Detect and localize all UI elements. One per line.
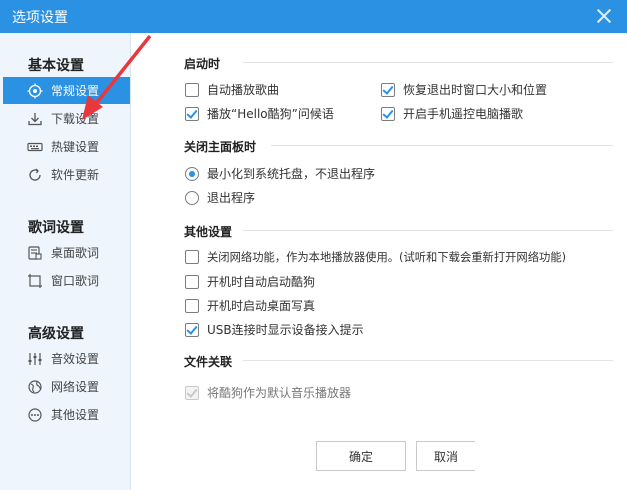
option-exit-program[interactable]: 退出程序: [185, 189, 255, 206]
settings-panel: 启动时 自动播放歌曲 恢复退出时窗口大小和位置 播放“Hello酷狗”问候语 开…: [131, 33, 627, 490]
download-icon: [27, 111, 43, 127]
sidebar-item-label: 窗口歌词: [51, 274, 100, 288]
ok-button[interactable]: 确定: [316, 441, 406, 471]
target-icon: [27, 83, 43, 99]
option-minimize-to-tray[interactable]: 最小化到系统托盘，不退出程序: [185, 165, 375, 182]
radio-button[interactable]: [185, 190, 199, 205]
sidebar-item-label: 软件更新: [51, 168, 100, 182]
option-disable-network[interactable]: 关闭网络功能，作为本地播放器使用。(试听和下载会重新打开网络功能): [185, 249, 566, 265]
section-title-file: 文件关联: [184, 355, 233, 369]
section-title-startup: 启动时: [184, 57, 221, 71]
checkbox[interactable]: [185, 82, 199, 97]
sidebar: 基本设置 常规设置 下载设置 热键设置 软件更新 歌词设置 桌面歌词 窗口歌词 …: [0, 33, 131, 490]
section-divider: [243, 360, 613, 361]
section-divider: [243, 62, 613, 63]
sidebar-item-hotkey[interactable]: 热键设置: [3, 133, 130, 160]
option-usb-prompt[interactable]: USB连接时显示设备接入提示: [185, 321, 364, 338]
radio-button[interactable]: [185, 166, 199, 181]
sidebar-group-basic: 基本设置: [28, 58, 84, 74]
sidebar-item-label: 网络设置: [51, 380, 100, 394]
title-bar[interactable]: 选项设置: [0, 0, 627, 33]
sidebar-item-other[interactable]: 其他设置: [3, 401, 130, 428]
checkbox[interactable]: [185, 322, 199, 337]
section-divider: [271, 145, 613, 146]
refresh-icon: [27, 167, 43, 183]
sidebar-group-advanced: 高级设置: [28, 326, 84, 342]
sidebar-item-label: 其他设置: [51, 408, 100, 422]
checkbox[interactable]: [185, 274, 199, 289]
keyboard-icon: [27, 139, 43, 155]
option-restore-window[interactable]: 恢复退出时窗口大小和位置: [381, 81, 547, 98]
option-autoplay[interactable]: 自动播放歌曲: [185, 81, 279, 98]
sidebar-item-general[interactable]: 常规设置: [3, 77, 130, 104]
checkbox[interactable]: [185, 385, 199, 400]
sidebar-item-label: 下载设置: [51, 112, 100, 126]
checkbox[interactable]: [381, 106, 395, 121]
option-phone-remote[interactable]: 开启手机遥控电脑播歌: [381, 105, 523, 122]
sidebar-item-sound[interactable]: 音效设置: [3, 345, 130, 372]
sidebar-item-network[interactable]: 网络设置: [3, 373, 130, 400]
equalizer-icon: [27, 351, 43, 367]
option-autostart[interactable]: 开机时自动启动酷狗: [185, 273, 315, 290]
sidebar-item-label: 音效设置: [51, 352, 100, 366]
globe-icon: [27, 379, 43, 395]
sidebar-item-desktop-lyrics[interactable]: 桌面歌词: [3, 239, 130, 266]
sidebar-item-label: 常规设置: [51, 84, 100, 98]
desktop-lyrics-icon: [27, 245, 43, 261]
sidebar-item-window-lyrics[interactable]: 窗口歌词: [3, 267, 130, 294]
sidebar-group-lyrics: 歌词设置: [28, 220, 84, 236]
section-title-other: 其他设置: [184, 225, 233, 239]
option-desktop-portrait[interactable]: 开机时启动桌面写真: [185, 297, 315, 314]
more-icon: [27, 407, 43, 423]
sidebar-item-label: 热键设置: [51, 140, 100, 154]
cancel-button[interactable]: 取消: [416, 441, 475, 471]
sidebar-item-label: 桌面歌词: [51, 246, 100, 260]
window-title: 选项设置: [12, 10, 68, 26]
close-icon[interactable]: [595, 7, 613, 25]
checkbox[interactable]: [381, 82, 395, 97]
checkbox[interactable]: [185, 298, 199, 313]
checkbox[interactable]: [185, 250, 199, 264]
checkbox[interactable]: [185, 106, 199, 121]
section-title-close: 关闭主面板时: [184, 140, 257, 154]
option-default-player[interactable]: 将酷狗作为默认音乐播放器: [185, 384, 351, 401]
section-divider: [243, 230, 613, 231]
option-hello-greeting[interactable]: 播放“Hello酷狗”问候语: [185, 105, 334, 122]
sidebar-item-download[interactable]: 下载设置: [3, 105, 130, 132]
window-lyrics-icon: [27, 273, 43, 289]
options-dialog: 选项设置 基本设置 常规设置 下载设置 热键设置 软件更新 歌词设置 桌面歌词 …: [0, 0, 627, 490]
sidebar-item-update[interactable]: 软件更新: [3, 161, 130, 188]
